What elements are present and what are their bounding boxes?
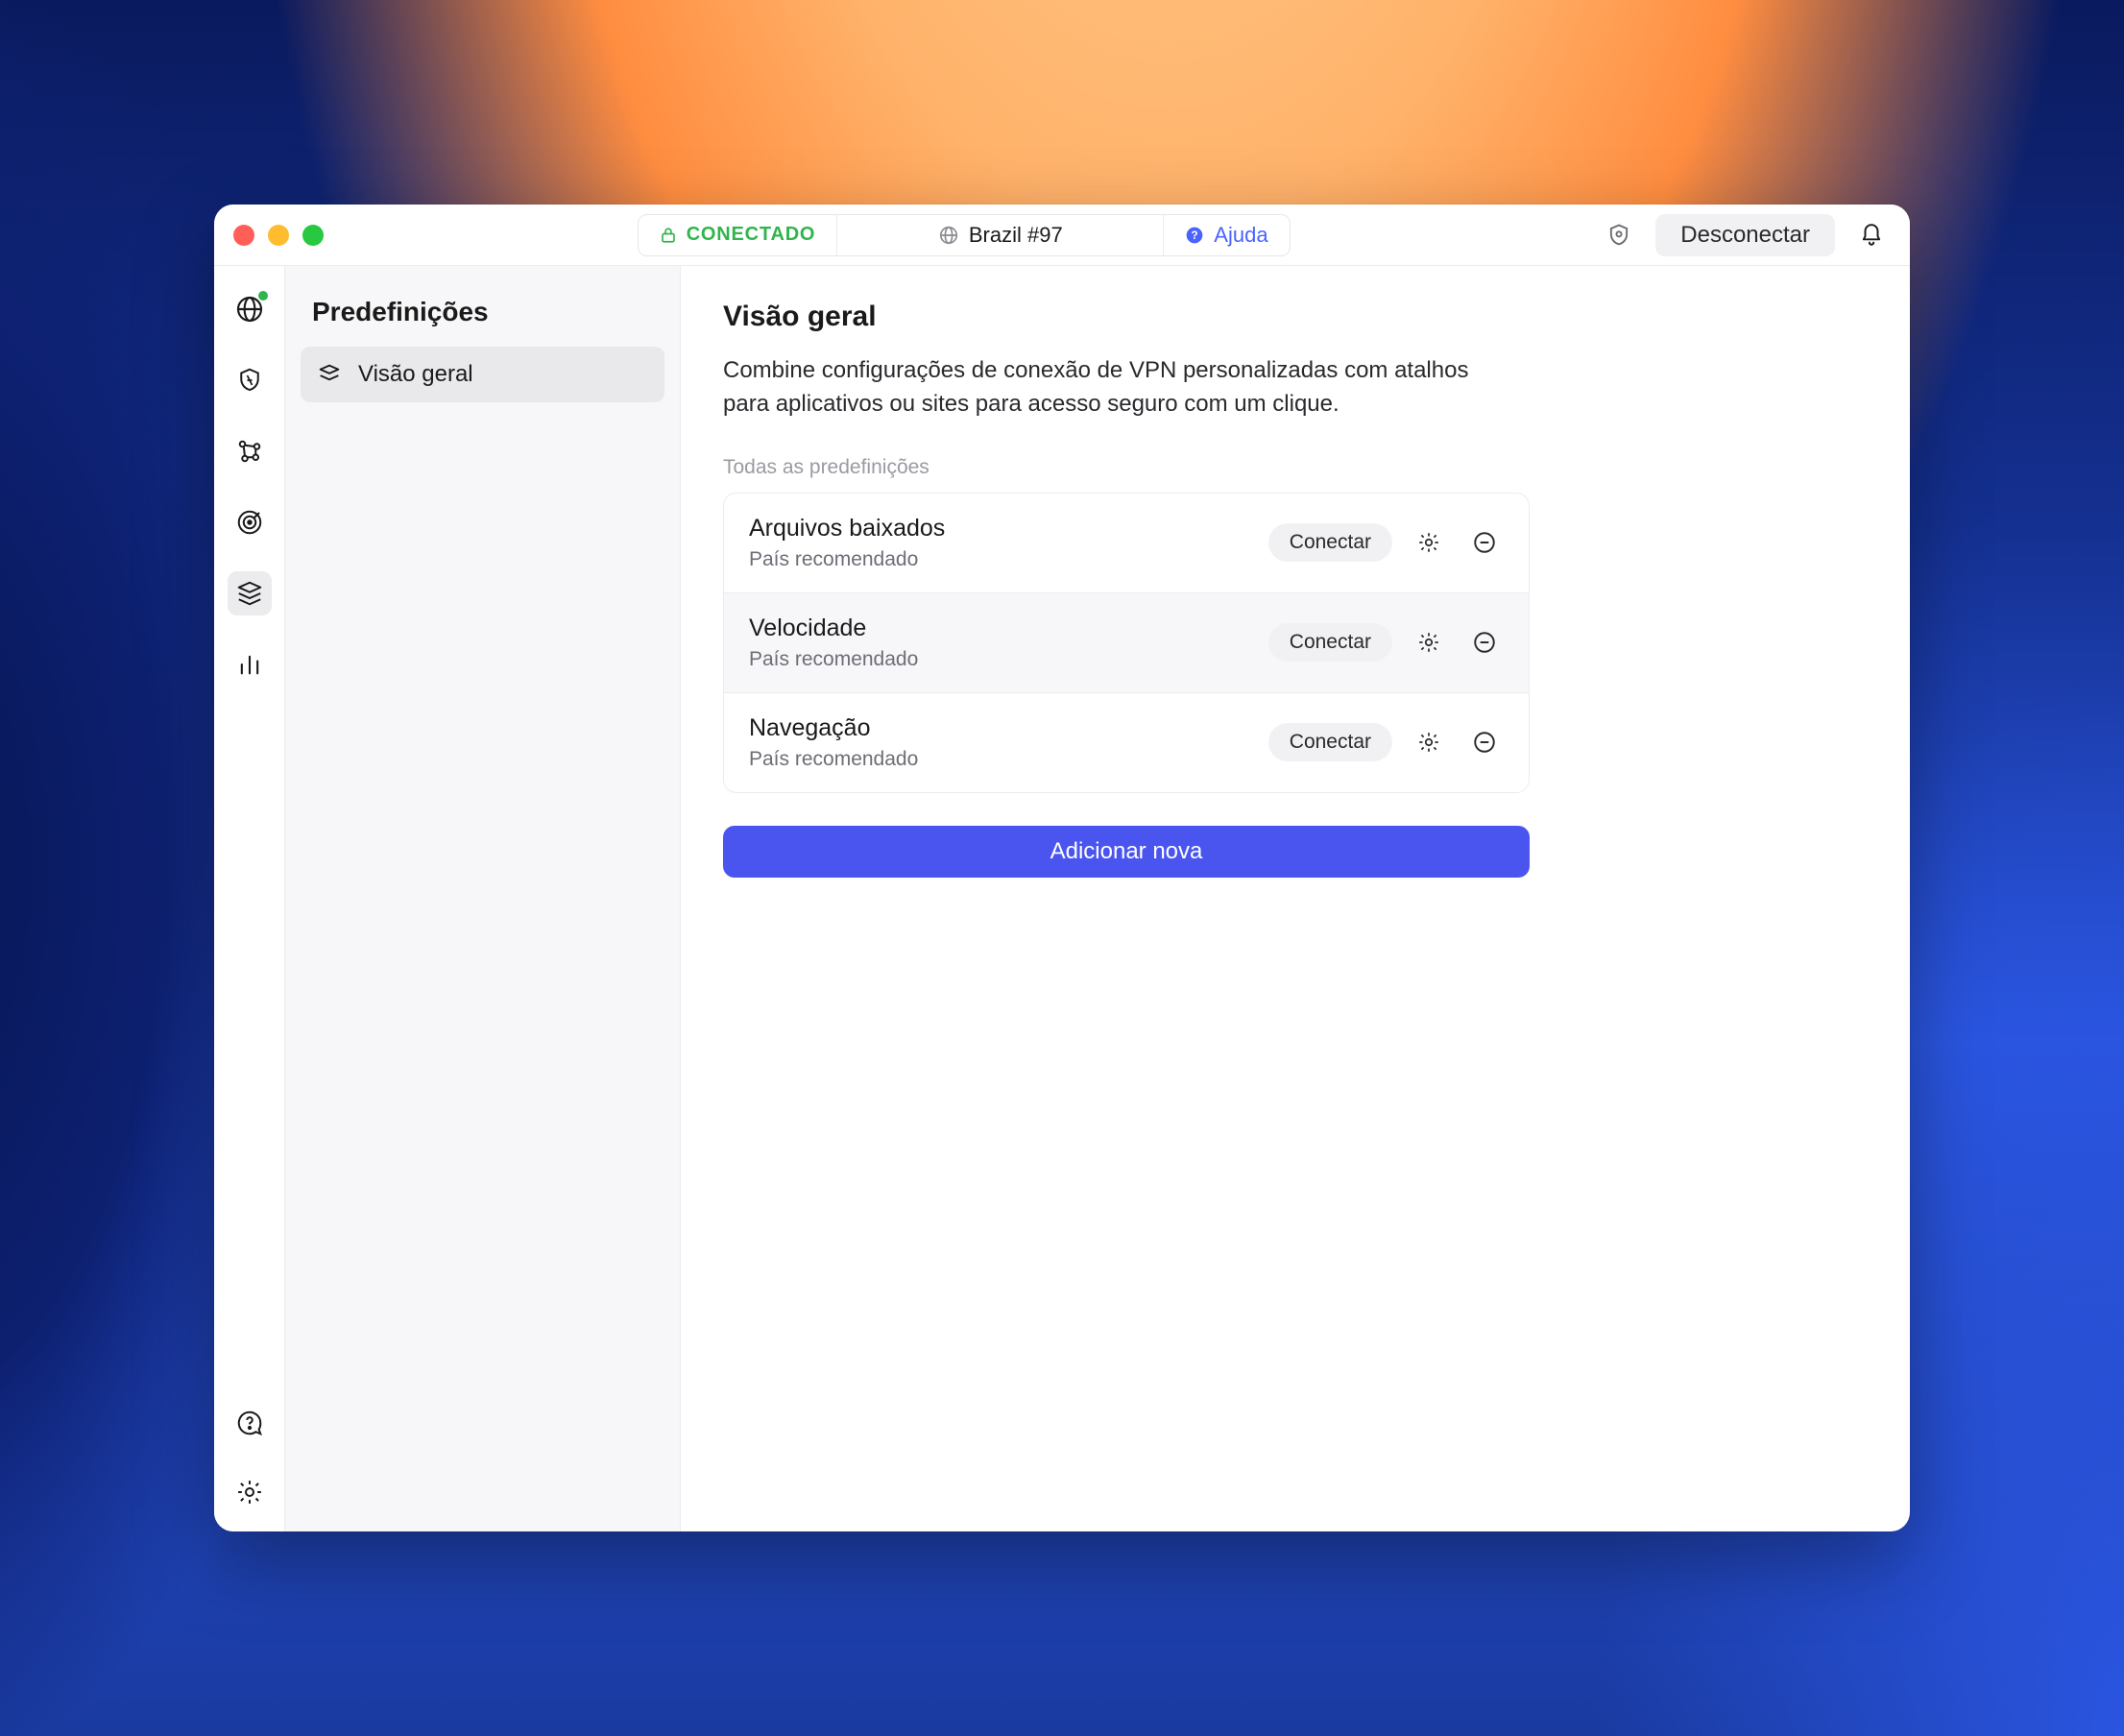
window-controls [233,225,339,246]
nav-stats[interactable] [228,642,272,687]
preset-sub: País recomendado [749,648,1251,671]
preset-connect-button[interactable]: Conectar [1268,723,1392,761]
preset-connect-button[interactable]: Conectar [1268,523,1392,562]
preset-name: Velocidade [749,615,1251,642]
notifications-icon[interactable] [1852,216,1891,254]
globe-icon [938,225,959,246]
titlebar-right: Desconectar [1588,214,1891,256]
preset-text: Velocidade País recomendado [749,615,1251,671]
app-body: Predefinições Visão geral Visão geral Co… [214,266,1910,1531]
preset-remove-button[interactable] [1465,723,1504,761]
nav-shield[interactable] [228,358,272,402]
layers-icon [316,361,343,388]
preset-remove-button[interactable] [1465,523,1504,562]
page-description: Combine configurações de conexão de VPN … [723,354,1510,422]
nav-rail-bottom [214,1401,284,1514]
app-window: CONECTADO Brazil #97 ? Ajuda [214,205,1910,1531]
nav-mesh[interactable] [228,429,272,473]
threat-protection-icon[interactable] [1600,216,1638,254]
preset-text: Arquivos baixados País recomendado [749,515,1251,571]
preset-name: Navegação [749,714,1251,742]
disconnect-button[interactable]: Desconectar [1655,214,1835,256]
connection-status: CONECTADO [639,215,837,255]
lock-icon [660,227,677,244]
help-label: Ajuda [1214,223,1267,248]
section-label: Todas as predefinições [723,456,1868,479]
sidebar-item-label: Visão geral [358,361,473,388]
add-preset-button[interactable]: Adicionar nova [723,826,1530,878]
preset-row-browsing: Navegação País recomendado Conectar [724,692,1529,792]
nav-globe[interactable] [228,287,272,331]
close-window-button[interactable] [233,225,254,246]
preset-remove-button[interactable] [1465,623,1504,662]
help-icon: ? [1185,226,1204,245]
nav-presets[interactable] [228,571,272,615]
page-title: Visão geral [723,301,1868,333]
preset-settings-button[interactable] [1410,623,1448,662]
status-dot-icon [258,291,268,301]
preset-connect-button[interactable]: Conectar [1268,623,1392,662]
preset-settings-button[interactable] [1410,523,1448,562]
minimize-window-button[interactable] [268,225,289,246]
preset-row-speed: Velocidade País recomendado Conectar [724,592,1529,692]
preset-list: Arquivos baixados País recomendado Conec… [723,493,1530,793]
preset-name: Arquivos baixados [749,515,1251,542]
svg-text:?: ? [1192,229,1198,242]
preset-text: Navegação País recomendado [749,714,1251,771]
nav-target[interactable] [228,500,272,544]
preset-row-downloads: Arquivos baixados País recomendado Conec… [724,494,1529,592]
help-link[interactable]: ? Ajuda [1163,215,1289,255]
main-content: Visão geral Combine configurações de con… [681,266,1910,1531]
nav-settings[interactable] [228,1470,272,1514]
nav-rail [214,266,285,1531]
titlebar-info-bar: CONECTADO Brazil #97 ? Ajuda [638,214,1291,256]
server-location[interactable]: Brazil #97 [836,215,1163,255]
nav-support[interactable] [228,1401,272,1445]
connection-status-label: CONECTADO [687,224,816,246]
titlebar-center: CONECTADO Brazil #97 ? Ajuda [352,214,1575,256]
preset-settings-button[interactable] [1410,723,1448,761]
preset-sub: País recomendado [749,748,1251,771]
titlebar: CONECTADO Brazil #97 ? Ajuda [214,205,1910,266]
sidebar-item-overview[interactable]: Visão geral [301,347,664,402]
server-location-label: Brazil #97 [969,223,1063,248]
fullscreen-window-button[interactable] [302,225,324,246]
sidebar: Predefinições Visão geral [285,266,681,1531]
preset-sub: País recomendado [749,548,1251,571]
sidebar-title: Predefinições [301,291,664,347]
